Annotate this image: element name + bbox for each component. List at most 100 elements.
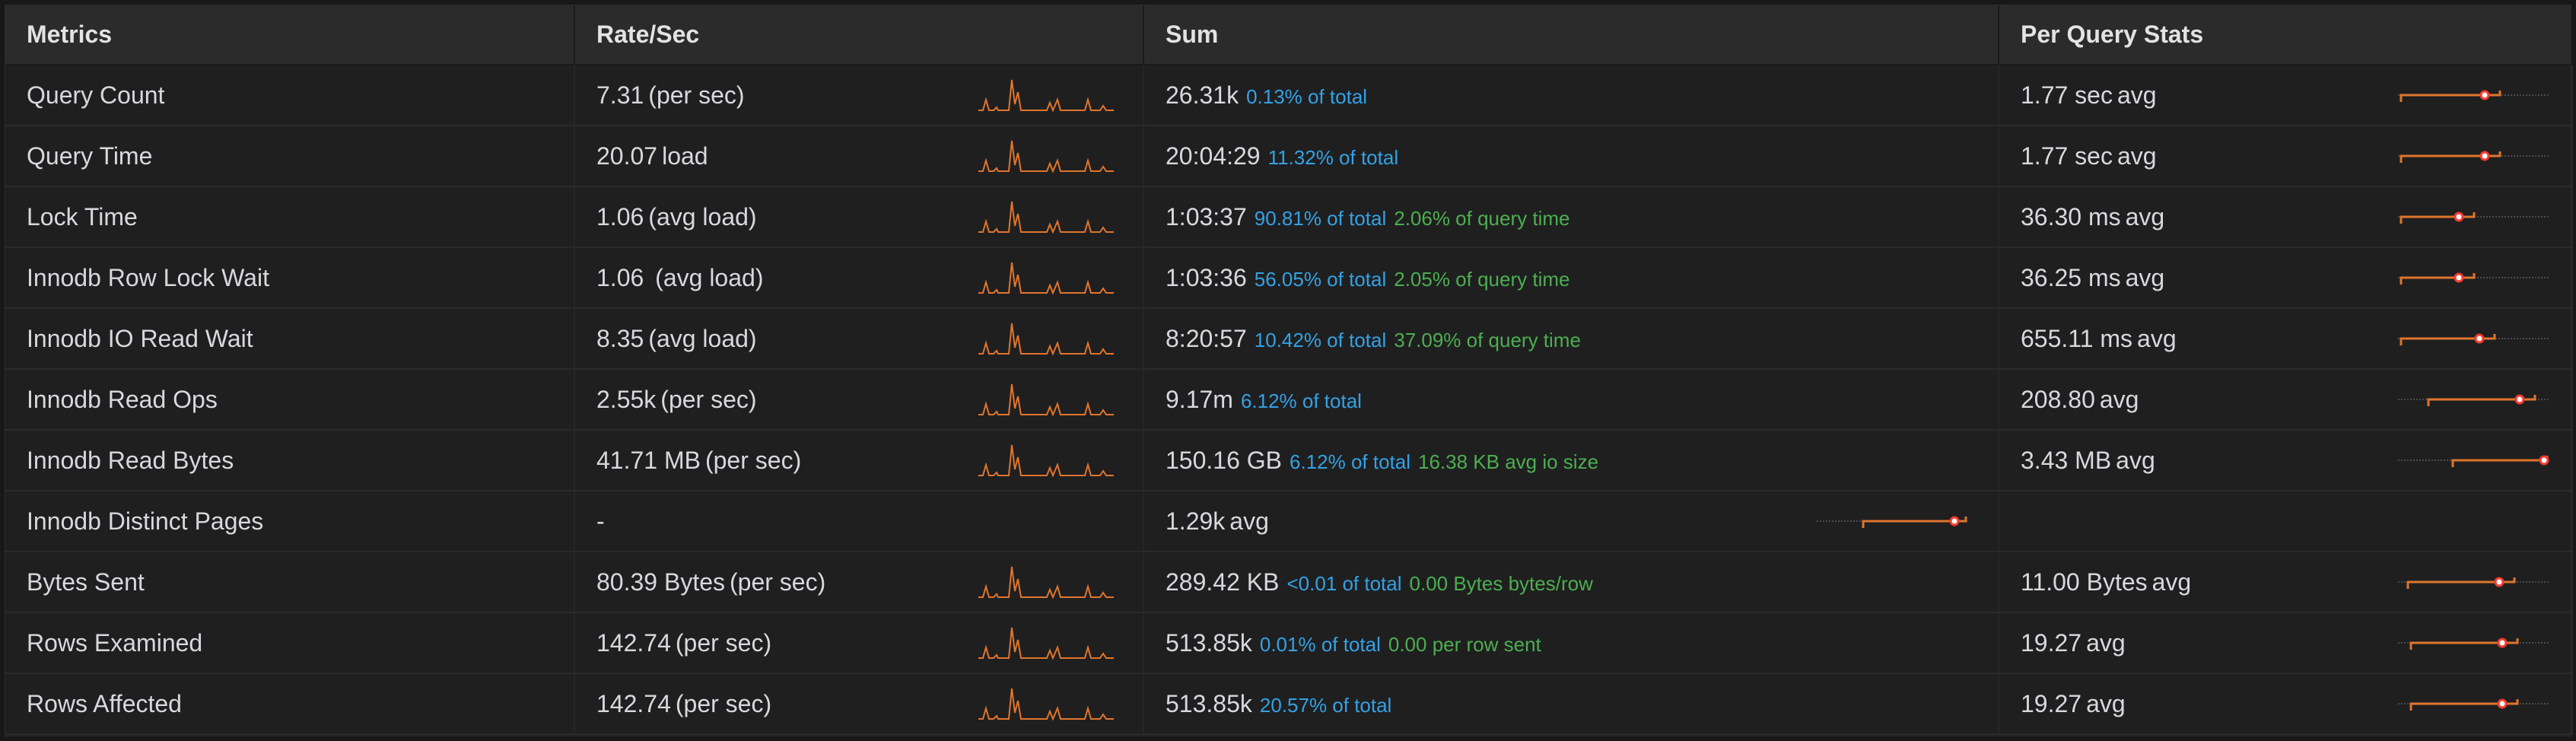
rate-sparkline (978, 79, 1114, 113)
per-query-cell: 36.30 ms avg (1999, 186, 2573, 248)
distribution-bar (2451, 456, 2549, 467)
metric-name: Query Count (27, 81, 165, 109)
sum-value: 513.85k (1166, 689, 1252, 717)
metric-name-cell: Lock Time (5, 186, 575, 248)
metric-name: Innodb Row Lock Wait (27, 263, 269, 291)
sum-cell: 1:03:36 56.05% of total 2.05% of query tim… (1143, 247, 1999, 309)
rate-value: 142.74 (596, 628, 671, 657)
sum-cell: 26.31k 0.13% of total (1143, 65, 1999, 126)
sum-value: 513.85k (1166, 628, 1252, 657)
distribution-chart (2398, 90, 2550, 102)
sum-percent-of-total: 0.01% of total (1259, 632, 1381, 656)
distribution-marker (2494, 577, 2504, 587)
rate-unit: (per sec) (730, 568, 826, 596)
rate-cell: 2.55k (per sec) (574, 369, 1144, 431)
per-query-value: 655.11 ms (2021, 324, 2133, 352)
metric-name: Bytes Sent (27, 568, 145, 596)
metric-name-cell: Innodb Row Lock Wait (5, 247, 575, 309)
sum-value: 8:20:57 (1166, 324, 1247, 352)
header-rate[interactable]: Rate/Sec (574, 5, 1144, 65)
table-row[interactable]: Bytes Sent 80.39 Bytes (per sec) 289.42 KB <… (5, 552, 2573, 613)
sum-value: 9.17m (1166, 385, 1233, 413)
metric-name: Innodb Read Ops (27, 385, 218, 413)
distribution-chart (2398, 638, 2550, 650)
metric-name: Rows Examined (27, 628, 203, 657)
distribution-marker (2539, 455, 2549, 466)
sum-cell: 513.85k 20.57% of total (1143, 673, 1999, 735)
rate-cell: 8.35 (avg load) (574, 308, 1144, 370)
metric-name: Query Time (27, 142, 153, 170)
metric-name-cell: Innodb Read Bytes (5, 430, 575, 491)
rate-cell: 142.74 (per sec) (574, 612, 1144, 674)
per-query-unit: avg (2086, 689, 2126, 717)
rate-value: 1.06 (596, 263, 644, 291)
rate-value: 2.55k (596, 385, 657, 413)
sum-unit: avg (1229, 507, 1269, 535)
per-query-unit: avg (2116, 81, 2157, 109)
table-row[interactable]: Rows Examined 142.74 (per sec) 513.85k 0.01%… (5, 612, 2573, 674)
distribution-chart (2398, 211, 2550, 224)
distribution-chart (2398, 272, 2550, 285)
table-row[interactable]: Query Count 7.31 (per sec) 26.31k 0.13% of t… (5, 65, 2573, 126)
per-query-cell: 208.80 avg (1999, 369, 2573, 431)
sum-secondary-stat: 0.00 per row sent (1388, 632, 1541, 656)
query-metrics-panel: Metrics Rate/Sec Sum Per Query Stats Que… (5, 5, 2573, 736)
header-metrics[interactable]: Metrics (5, 5, 575, 65)
rate-cell: 7.31 (per sec) (574, 65, 1144, 126)
rate-value: 41.71 MB (596, 446, 701, 474)
sparkline-line (978, 79, 1114, 113)
sum-secondary-stat: 0.00 Bytes bytes/row (1409, 571, 1593, 595)
sum-percent-of-total: 0.13% of total (1246, 84, 1368, 108)
sum-percent-of-total: 6.12% of total (1240, 389, 1362, 412)
rate-cell: 1.06 (avg load) (574, 186, 1144, 248)
per-query-cell: 1.77 sec avg (1999, 65, 2573, 126)
rate-sparkline (978, 323, 1114, 356)
table-row[interactable]: Innodb Read Bytes 41.71 MB (per sec) 150.16… (5, 430, 2573, 491)
sum-value: 20:04:29 (1166, 142, 1261, 170)
header-sum[interactable]: Sum (1143, 5, 1999, 65)
rate-sparkline (978, 688, 1114, 721)
rate-unit: load (662, 142, 708, 170)
sum-cell: 513.85k 0.01% of total 0.00 per row sent (1143, 612, 1999, 674)
header-per-query[interactable]: Per Query Stats (1999, 5, 2573, 65)
sum-percent-of-total: 10.42% of total (1254, 328, 1387, 351)
sum-cell: 289.42 KB <0.01 of total 0.00 Bytes bytes/… (1143, 552, 1999, 613)
metric-name-cell: Rows Examined (5, 612, 575, 674)
per-query-value: 19.27 (2021, 689, 2082, 717)
per-query-value: 3.43 MB (2021, 446, 2112, 474)
sum-secondary-stat: 16.38 KB avg io size (1418, 450, 1599, 473)
table-row[interactable]: Innodb IO Read Wait 8.35 (avg load) 8:20:57… (5, 308, 2573, 370)
per-query-value: 1.77 sec (2021, 81, 2113, 109)
metric-name-cell: Innodb Read Ops (5, 369, 575, 431)
distribution-chart (2398, 577, 2550, 589)
rate-cell: 41.71 MB (per sec) (574, 430, 1144, 491)
sum-value: 1.29k (1166, 507, 1226, 535)
sparkline-line (978, 383, 1114, 417)
sparkline-line (978, 140, 1114, 173)
rate-value: - (596, 507, 605, 535)
rate-cell: 142.74 (per sec) (574, 673, 1144, 735)
table-row[interactable]: Innodb Row Lock Wait 1.06 (avg load) 1:03:… (5, 247, 2573, 309)
per-query-value: 208.80 (2021, 385, 2095, 413)
metric-name: Rows Affected (27, 689, 182, 717)
distribution-marker (2479, 151, 2490, 161)
sum-cell: 150.16 GB 6.12% of total 16.38 KB avg io s… (1143, 430, 1999, 491)
per-query-unit: avg (2116, 142, 2157, 170)
table-row[interactable]: Query Time 20.07 load 20:04:29 11.32% of tot… (5, 126, 2573, 187)
table-row[interactable]: Innodb Distinct Pages - 1.29k avg (5, 491, 2573, 552)
rate-sparkline (978, 140, 1114, 173)
distribution-chart (1817, 516, 1969, 528)
rate-cell: 1.06 (avg load) (574, 247, 1144, 309)
distribution-marker (2474, 333, 2485, 344)
rate-sparkline (978, 627, 1114, 660)
sparkline-line (978, 262, 1114, 295)
per-query-unit: avg (2116, 446, 2155, 474)
rate-value: 20.07 (596, 142, 658, 170)
rate-value: 7.31 (596, 81, 644, 109)
table-row[interactable]: Innodb Read Ops 2.55k (per sec) 9.17m 6.12% … (5, 369, 2573, 431)
sum-value: 1:03:37 (1166, 202, 1247, 231)
table-row[interactable]: Rows Affected 142.74 (per sec) 513.85k 20.57… (5, 673, 2573, 735)
table-row[interactable]: Lock Time 1.06 (avg load) 1:03:37 90.81% of … (5, 186, 2573, 248)
metric-name-cell: Rows Affected (5, 673, 575, 735)
metric-name: Innodb Read Bytes (27, 446, 234, 474)
